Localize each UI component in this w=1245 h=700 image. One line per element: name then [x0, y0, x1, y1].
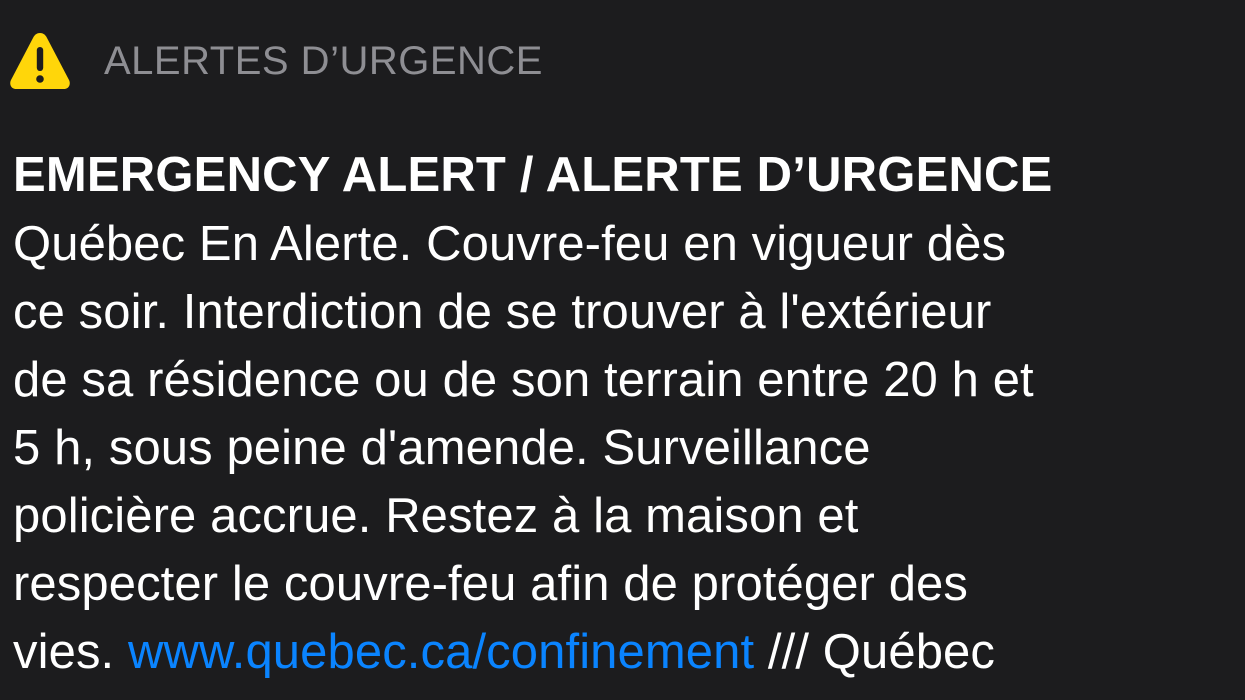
alert-body-text: vies. — [13, 625, 128, 679]
alert-body-line: respecter le couvre-feu afin de protéger… — [13, 557, 968, 611]
alert-body-line: ce soir. Interdiction de se trouver à l'… — [13, 285, 992, 339]
emergency-alert-notification[interactable]: ALERTES D’URGENCE EMERGENCY ALERT / ALER… — [0, 0, 1245, 700]
alert-body-line: policière accrue. Restez à la maison et — [13, 489, 859, 543]
app-name: ALERTES D’URGENCE — [104, 38, 543, 83]
alert-body: Québec En Alerte. Couvre-feu en vigueur … — [13, 210, 1245, 686]
alert-body-line: 5 h, sous peine d'amende. Surveillance — [13, 421, 871, 475]
alert-title: EMERGENCY ALERT / ALERTE D’URGENCE — [13, 148, 1053, 202]
alert-content: EMERGENCY ALERT / ALERTE D’URGENCE Québe… — [13, 140, 1245, 686]
alert-body-text: /// Québec — [754, 625, 996, 679]
warning-triangle-icon — [10, 33, 70, 89]
notification-header: ALERTES D’URGENCE — [8, 28, 543, 94]
alert-body-line: Québec En Alerte. Couvre-feu en vigueur … — [13, 217, 1007, 271]
alert-body-last-line: vies. www.quebec.ca/confinement /// Québ… — [13, 618, 1245, 686]
confinement-link[interactable]: www.quebec.ca/confinement — [128, 625, 754, 679]
alert-body-line: de sa résidence ou de son terrain entre … — [13, 353, 1034, 407]
